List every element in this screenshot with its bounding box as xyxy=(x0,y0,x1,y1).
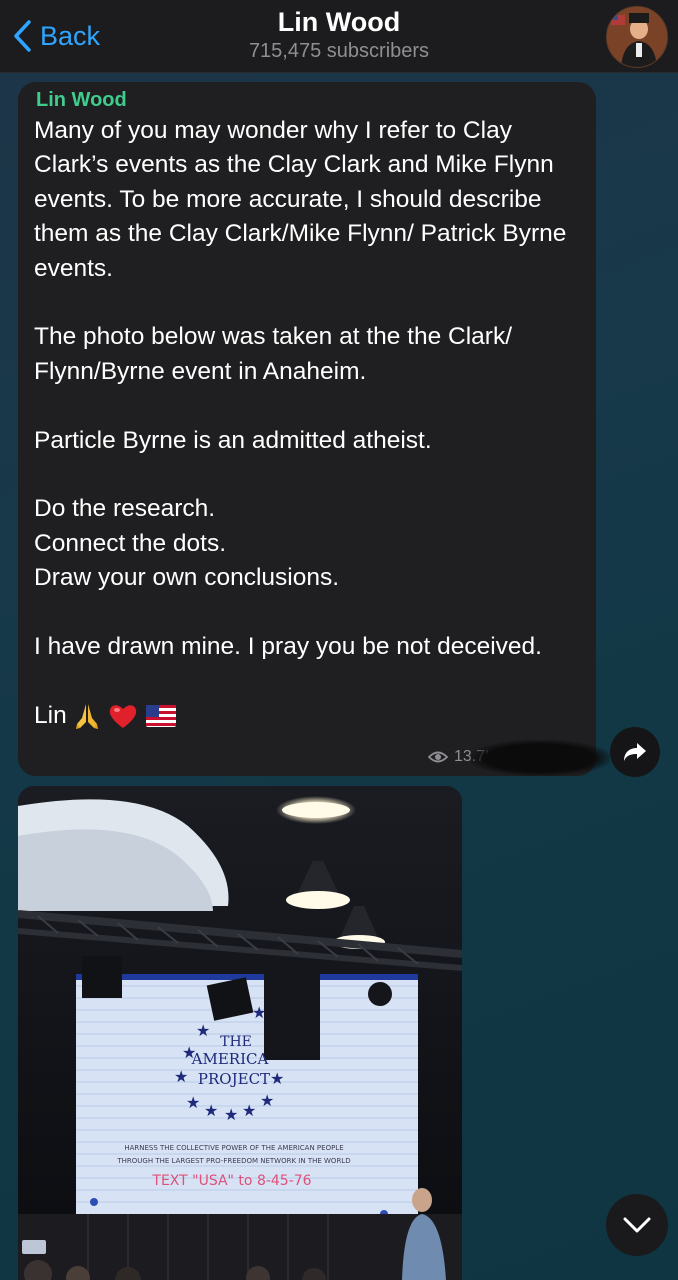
message-text: Many of you may wonder why I refer to Cl… xyxy=(34,114,584,733)
paragraph-3: Particle Byrne is an admitted atheist. xyxy=(34,426,432,454)
channel-avatar[interactable] xyxy=(606,6,668,68)
channel-info[interactable]: Lin Wood 715,475 subscribers xyxy=(0,6,678,64)
svg-text:★: ★ xyxy=(174,1067,188,1086)
chat-header: Back Lin Wood 715,475 subscribers xyxy=(0,0,678,73)
signature: Lin xyxy=(34,701,67,729)
emoji-row xyxy=(74,702,176,730)
screen-line-1: THE xyxy=(220,1034,252,1050)
us-flag-icon xyxy=(145,705,176,728)
scroll-down-button[interactable] xyxy=(606,1194,668,1256)
svg-text:★: ★ xyxy=(224,1105,238,1124)
subscriber-count: 715,475 subscribers xyxy=(248,40,430,62)
red-heart-icon xyxy=(109,705,136,729)
screen-tagline-2: THROUGH THE LARGEST PRO-FREEDOM NETWORK … xyxy=(116,1157,350,1165)
praying-hands-icon xyxy=(75,704,98,730)
share-arrow-icon xyxy=(624,743,646,761)
event-photo-image: ★★ ★★ ★ ★ ★★ ★★ THE AMERICA PROJECT HARNE… xyxy=(18,786,462,1280)
svg-text:★: ★ xyxy=(260,1091,274,1110)
svg-text:★: ★ xyxy=(242,1101,256,1120)
redaction-mark xyxy=(470,740,610,776)
paragraph-4: Do the research. Connect the dots. Draw … xyxy=(34,495,340,592)
message-photo[interactable]: ★ ★ ★ ★ ★ ★ ★ ★ ★ ★ THE AMERICA PROJECT HARNE… xyxy=(18,786,462,1280)
screen-line-3: PROJECT xyxy=(198,1070,270,1088)
svg-text:★: ★ xyxy=(270,1069,284,1088)
message-bubble[interactable]: Lin Wood Many of you may wonder why I re… xyxy=(18,82,596,776)
forward-button[interactable] xyxy=(610,727,660,777)
paragraph-5: I have drawn mine. I pray you be not dec… xyxy=(34,633,542,661)
chevron-down-icon xyxy=(623,1217,651,1233)
paragraph-1: Many of you may wonder why I refer to Cl… xyxy=(34,117,567,282)
channel-title: Lin Wood xyxy=(277,7,401,37)
screen-tagline-1: HARNESS THE COLLECTIVE POWER OF THE AMER… xyxy=(124,1144,343,1152)
screen-line-2: AMERICA xyxy=(191,1050,269,1068)
svg-text:★: ★ xyxy=(186,1093,200,1112)
message-sender[interactable]: Lin Wood xyxy=(36,89,127,112)
svg-text:★: ★ xyxy=(252,1003,266,1022)
paragraph-2: The photo below was taken at the the Cla… xyxy=(34,323,513,385)
svg-text:★: ★ xyxy=(204,1101,218,1120)
svg-text:★: ★ xyxy=(196,1021,210,1040)
eye-icon xyxy=(428,751,448,763)
screen-cta: TEXT "USA" to 8-45-76 xyxy=(151,1173,311,1189)
